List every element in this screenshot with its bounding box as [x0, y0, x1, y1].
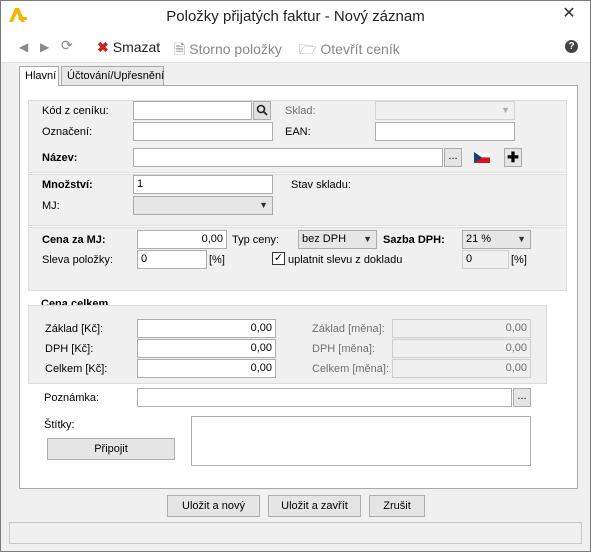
mnozstvi-label: Množství: — [42, 179, 93, 191]
ean-label: EAN: — [285, 126, 311, 138]
window-title: Položky přijatých faktur - Nový záznam — [166, 8, 425, 25]
tab-hlavni[interactable]: Hlavní — [19, 66, 59, 86]
storno-label: Storno položky — [189, 41, 282, 57]
cena-mj-label: Cena za MJ: — [42, 234, 106, 246]
title-bar: Položky přijatých faktur - Nový záznam ✕ — [1, 1, 590, 31]
doc-sleva-input: 0 — [462, 250, 509, 269]
mnozstvi-input[interactable]: 1 — [133, 175, 273, 194]
doc-sleva-percent-label: [%] — [511, 254, 527, 266]
nazev-more-button[interactable]: ... — [444, 148, 462, 167]
add-language-button[interactable]: ✚ — [504, 148, 522, 167]
nazev-input[interactable] — [133, 148, 443, 167]
forward-arrow-icon[interactable]: ▶ — [40, 40, 49, 54]
sazba-dph-value: 21 % — [466, 233, 492, 245]
dph-kc-input[interactable]: 0,00 — [137, 339, 276, 358]
attach-button[interactable]: Připojit — [47, 438, 175, 460]
chevron-down-icon: ▼ — [363, 234, 372, 244]
stav-skladu-label: Stav skladu: — [291, 179, 351, 191]
celkem-mena-input: 0,00 — [392, 359, 531, 378]
nazev-label: Název: — [42, 152, 78, 164]
dph-kc-label: DPH [Kč]: — [45, 343, 94, 355]
save-new-button[interactable]: Uložit a nový — [167, 495, 260, 517]
search-icon — [256, 104, 268, 116]
tab-uctovani[interactable]: Účtování/Upřesnění — [61, 66, 164, 85]
chevron-down-icon: ▼ — [501, 105, 510, 115]
search-button[interactable] — [253, 101, 271, 120]
sklad-label: Sklad: — [285, 105, 316, 117]
cena-mj-input[interactable]: 0,00 — [137, 230, 227, 249]
close-button[interactable]: ✕ — [556, 4, 582, 24]
czech-flag-icon[interactable] — [474, 152, 490, 163]
checkmark-icon: ✓ — [273, 252, 284, 264]
sleva-percent-label: [%] — [209, 254, 225, 266]
delete-label: Smazat — [112, 39, 161, 55]
poznamka-more-button[interactable]: ... — [513, 388, 531, 407]
zaklad-mena-input: 0,00 — [392, 319, 531, 338]
status-bar — [9, 522, 582, 544]
stitky-box[interactable] — [191, 416, 531, 466]
uplatnit-label: uplatnit slevu z dokladu — [288, 254, 403, 266]
kod-label: Kód z ceníku: — [42, 105, 109, 117]
document-icon: 🗎 — [174, 41, 186, 57]
open-price-list-label: Otevřít ceník — [320, 41, 400, 57]
mj-select[interactable]: ▼ — [133, 196, 273, 215]
dph-mena-input: 0,00 — [392, 339, 531, 358]
zaklad-kc-label: Základ [Kč]: — [45, 323, 104, 335]
cancel-button[interactable]: Zrušit — [369, 495, 425, 517]
celkem-mena-label: Celkem [měna]: — [312, 363, 390, 375]
poznamka-input[interactable] — [137, 388, 512, 407]
open-price-list-button[interactable]: 🗁 Otevřít ceník — [299, 39, 400, 63]
poznamka-label: Poznámka: — [44, 392, 100, 404]
delete-x-icon: ✖ — [97, 39, 109, 55]
toolbar: ◀ ▶ ⟳ ✖ Smazat 🗎 Storno položky 🗁 Otevřít c… — [1, 31, 590, 63]
chevron-down-icon: ▼ — [517, 234, 526, 244]
sklad-select[interactable]: ▼ — [375, 101, 515, 120]
mj-label: MJ: — [42, 200, 60, 212]
dph-mena-label: DPH [měna]: — [312, 343, 375, 355]
typ-ceny-label: Typ ceny: — [232, 234, 280, 246]
zaklad-mena-label: Základ [měna]: — [312, 323, 385, 335]
storno-button[interactable]: 🗎 Storno položky — [174, 39, 282, 63]
sazba-dph-select[interactable]: 21 % ▼ — [462, 230, 531, 249]
folder-icon: 🗁 — [299, 41, 317, 57]
help-icon[interactable]: ? — [565, 40, 578, 53]
save-close-button[interactable]: Uložit a zavřít — [268, 495, 361, 517]
celkem-kc-input[interactable]: 0,00 — [137, 359, 276, 378]
ean-input[interactable] — [375, 122, 515, 141]
dialog-window: Položky přijatých faktur - Nový záznam ✕… — [0, 0, 591, 552]
zaklad-kc-input[interactable]: 0,00 — [137, 319, 276, 338]
uplatnit-checkbox[interactable]: ✓ — [272, 252, 285, 265]
typ-ceny-value: bez DPH — [302, 233, 347, 245]
stitky-label: Štítky: — [44, 419, 75, 431]
oznaceni-label: Označení: — [42, 126, 93, 138]
delete-button[interactable]: ✖ Smazat — [97, 39, 160, 56]
main-panel: Kód z ceníku: Sklad: ▼ Označení: EAN: Ná… — [19, 85, 578, 489]
refresh-icon[interactable]: ⟳ — [61, 37, 73, 54]
kod-input[interactable] — [133, 101, 252, 120]
back-arrow-icon[interactable]: ◀ — [19, 40, 28, 54]
chevron-down-icon: ▼ — [259, 200, 268, 210]
typ-ceny-select[interactable]: bez DPH ▼ — [298, 230, 377, 249]
sleva-input[interactable]: 0 — [137, 250, 207, 269]
oznaceni-input[interactable] — [133, 122, 273, 141]
sleva-label: Sleva položky: — [42, 254, 113, 266]
plus-icon: ✚ — [507, 149, 519, 165]
celkem-kc-label: Celkem [Kč]: — [45, 363, 108, 375]
sazba-dph-label: Sazba DPH: — [383, 234, 445, 246]
